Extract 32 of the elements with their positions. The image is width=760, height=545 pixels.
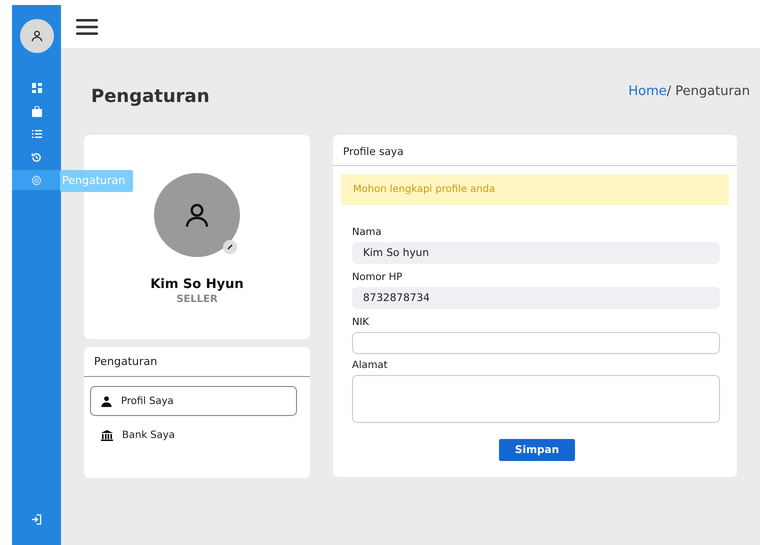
bank-icon: [101, 430, 113, 440]
input-field[interactable]: [352, 332, 720, 354]
card-title: Profile saya: [333, 135, 737, 166]
logout-icon: [31, 514, 42, 524]
save-button[interactable]: Simpan: [499, 439, 575, 461]
card-title: Pengaturan: [84, 347, 310, 377]
readonly-field: 8732878734: [352, 287, 720, 309]
textarea-field[interactable]: [352, 375, 720, 423]
menu-item[interactable]: Profil Saya: [90, 386, 297, 416]
bag-icon: [32, 106, 42, 116]
person-icon: [101, 396, 112, 406]
dashboard-icon: [32, 83, 42, 93]
menu-item[interactable]: Bank Saya: [90, 420, 297, 450]
list-icon: [32, 130, 42, 138]
edit-icon[interactable]: [223, 240, 237, 254]
menu-icon[interactable]: [76, 18, 98, 34]
breadcrumb-current: / Pengaturan: [666, 84, 750, 99]
home-link[interactable]: Home: [628, 84, 667, 99]
profile-role: SELLER: [176, 294, 218, 305]
field-label: Nomor HP: [352, 272, 404, 283]
field-label: NIK: [352, 317, 370, 328]
avatar-icon[interactable]: [20, 19, 54, 53]
history-icon: [31, 152, 42, 162]
page-title: Pengaturan: [91, 86, 210, 107]
person-icon: [183, 201, 211, 229]
readonly-field: Kim So hyun: [352, 242, 720, 264]
alert-message: Mohon lengkapi profile anda: [341, 174, 729, 205]
profile-name: Kim So Hyun: [150, 277, 244, 292]
settings-icon: [31, 174, 42, 186]
field-label: Alamat: [352, 360, 389, 371]
field-label: Nama: [352, 227, 382, 238]
tooltip: Pengaturan: [60, 170, 134, 192]
